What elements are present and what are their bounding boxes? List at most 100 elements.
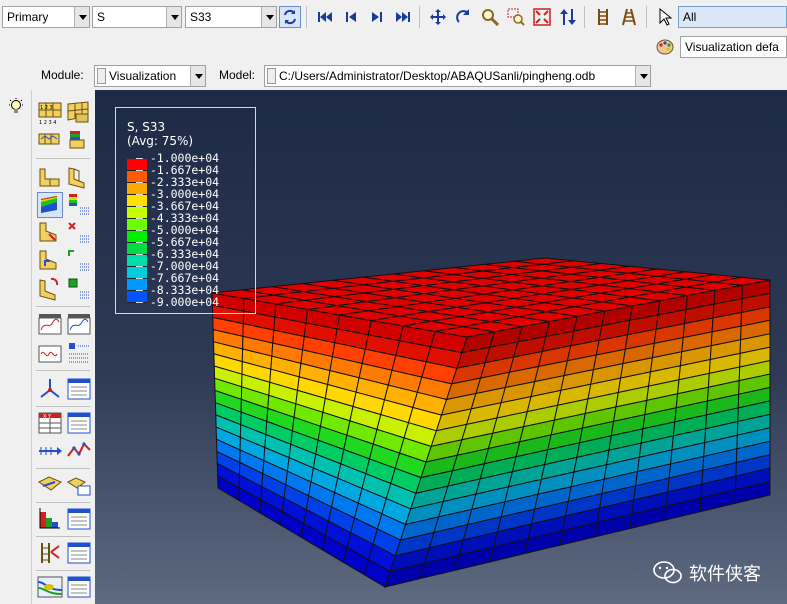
plot-material-orientation-button[interactable] [37, 248, 63, 274]
plot-undeformed-button[interactable]: 1 2 3 1 2 3 4 [37, 100, 63, 126]
film-curve-icon [38, 314, 62, 335]
free-body-manager-button[interactable] [66, 540, 92, 566]
zigzag-plot-icon [67, 442, 91, 457]
sync-options-button[interactable] [279, 6, 301, 28]
common-options-button[interactable] [37, 128, 63, 154]
plot-deformed-shape-button[interactable] [66, 164, 92, 190]
cycle-views-button[interactable] [557, 6, 579, 28]
axes-triad-icon [40, 379, 60, 398]
chevron-down-icon[interactable] [190, 66, 205, 86]
field-output-selector[interactable]: S [92, 6, 182, 28]
orientation-blocks-icon [39, 250, 57, 270]
context-bar: Module: Visualization Model: C:/Users/Ad… [0, 60, 787, 90]
zoom-button[interactable] [479, 6, 501, 28]
step-selector[interactable]: Primary [2, 6, 90, 28]
free-body-cut-button[interactable] [37, 540, 63, 566]
create-view-cut-button[interactable] [37, 472, 63, 498]
superimpose-button[interactable] [66, 276, 92, 302]
chevron-down-icon[interactable] [635, 66, 650, 86]
stream-manager-button[interactable] [66, 574, 92, 600]
pan-button[interactable] [427, 6, 449, 28]
module-select[interactable]: Visualization [94, 65, 206, 87]
component-value: S33 [190, 10, 212, 24]
allow-multiple-plot-states-button[interactable] [37, 276, 63, 302]
symbol-options-button[interactable] [66, 220, 92, 246]
palette-icon [656, 39, 674, 55]
chevron-down-icon[interactable] [261, 7, 276, 27]
selection-filter-select[interactable]: All [678, 6, 787, 28]
contour-legend: S, S33 (Avg: 75%) — -1.000e+04— -1.667e+… [115, 107, 256, 314]
lightbulb-icon[interactable] [7, 98, 25, 116]
chevron-down-icon[interactable] [74, 7, 89, 27]
query-manager-button[interactable] [66, 506, 92, 532]
wave-icon [38, 345, 62, 363]
create-xy-data-button[interactable]: X Y [37, 410, 63, 436]
watermark-text: 软件侠客 [689, 564, 761, 585]
view-cut-manager-button[interactable] [66, 472, 92, 498]
animation-options-button[interactable] [66, 340, 92, 366]
plot-symbols-button[interactable] [37, 220, 63, 246]
symbol-list-icon [68, 222, 89, 243]
auto-fit-button[interactable] [531, 6, 553, 28]
step-selector-value: Primary [7, 10, 49, 24]
query-chart-icon [39, 508, 60, 529]
last-frame-button[interactable] [392, 6, 414, 28]
animate-scale-factor-button[interactable] [66, 312, 92, 338]
xy-table-icon: X Y [38, 412, 62, 434]
model-select[interactable]: C:/Users/Administrator/Desktop/ABAQUSanl… [264, 65, 651, 87]
previous-frame-button[interactable] [340, 6, 362, 28]
bent-blocks-icon [68, 167, 85, 189]
box-zoom-icon [507, 8, 525, 26]
plot-deformed-button[interactable] [66, 100, 92, 126]
next-frame-button[interactable] [366, 6, 388, 28]
query-button[interactable] [37, 506, 63, 532]
refresh-icon [284, 9, 296, 25]
contour-icon [41, 196, 57, 213]
create-stream-button[interactable] [37, 574, 63, 600]
display-group-manager-button[interactable] [66, 376, 92, 402]
stream-lines-icon [37, 576, 63, 598]
step-forward-icon [372, 12, 382, 22]
view-cut-list-icon [67, 477, 91, 496]
view-cut-icon [38, 476, 62, 491]
box-zoom-button[interactable] [505, 6, 527, 28]
render-style-button[interactable] [654, 36, 676, 58]
animate-harmonic-button[interactable] [37, 340, 63, 366]
up-down-arrows-icon [560, 9, 576, 25]
field-output-value: S [97, 10, 106, 24]
orientation-options-button[interactable] [66, 248, 92, 274]
plot-contours-button[interactable] [37, 192, 63, 218]
svg-text:1 2 3 4: 1 2 3 4 [39, 120, 57, 126]
component-selector[interactable]: S33 [185, 6, 277, 28]
stacked-colors-icon [69, 131, 85, 149]
spinner-icon [97, 68, 106, 84]
render-style-select[interactable]: Visualization defa [680, 36, 787, 58]
module-label: Module: [41, 68, 84, 82]
selection-filter-value: All [683, 10, 697, 24]
xy-data-manager-button[interactable] [66, 410, 92, 436]
hint-column [0, 90, 32, 604]
first-frame-button[interactable] [314, 6, 336, 28]
perspective-view-button[interactable] [618, 6, 640, 28]
fit-view-icon [533, 8, 551, 26]
create-xy-plot-button[interactable] [66, 438, 92, 464]
create-path-button[interactable] [37, 438, 63, 464]
legend-variable: S, S33 [127, 120, 166, 134]
superimpose-options-button[interactable] [66, 128, 92, 154]
wechat-icon [653, 561, 682, 584]
plot-undeformed-shape-button[interactable] [37, 164, 63, 190]
legend-averaging: (Avg: 75%) [127, 134, 194, 148]
animate-time-history-button[interactable] [37, 312, 63, 338]
skip-first-icon [318, 12, 332, 22]
graphics-viewport[interactable]: S, S33 (Avg: 75%) — -1.000e+04— -1.667e+… [95, 90, 787, 604]
path-arrow-icon [39, 447, 62, 455]
rotate-button[interactable] [453, 6, 475, 28]
parallel-view-button[interactable] [592, 6, 614, 28]
chevron-down-icon[interactable] [166, 7, 181, 27]
watermark: 软件侠客 [653, 560, 761, 586]
create-display-group-button[interactable] [37, 376, 63, 402]
yellow-mesh-icon [38, 133, 60, 145]
contour-options-button[interactable] [66, 192, 92, 218]
select-pointer-button[interactable] [654, 6, 676, 28]
multi-state-icon [39, 277, 59, 301]
